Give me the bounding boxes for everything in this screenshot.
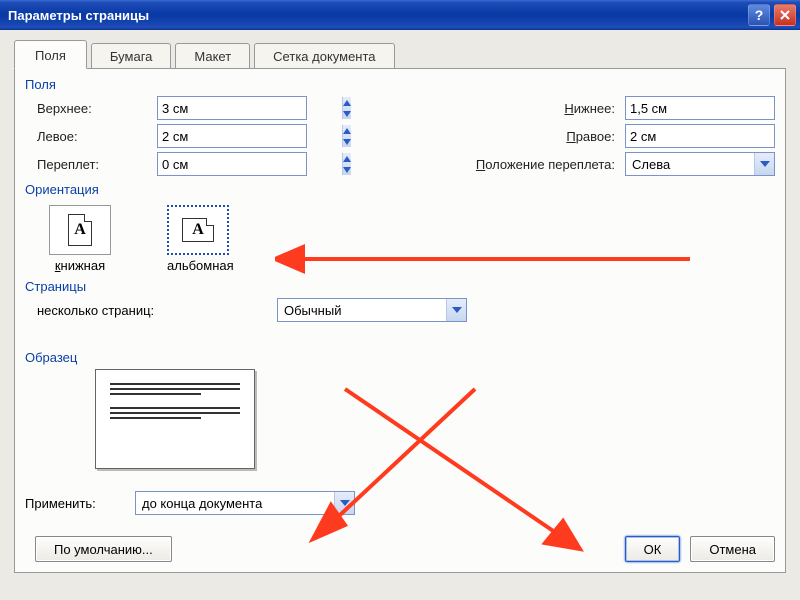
combo-apply-value: до конца документа xyxy=(136,494,334,513)
tab-panel: Поля Верхнее: Нижнее: xyxy=(14,68,786,573)
spin-gutter[interactable] xyxy=(157,152,307,176)
combo-multipages[interactable]: Обычный xyxy=(277,298,467,322)
spin-right[interactable] xyxy=(625,124,775,148)
label-right: Правое: xyxy=(405,129,625,144)
orientation-portrait-label: книжная xyxy=(49,258,111,273)
window-title: Параметры страницы xyxy=(8,8,744,23)
spin-gutter-input[interactable] xyxy=(158,155,342,174)
spin-bottom-input[interactable] xyxy=(626,99,800,118)
annotation-arrow-ok xyxy=(335,379,595,559)
chevron-down-icon[interactable] xyxy=(446,299,466,321)
titlebar: Параметры страницы ? xyxy=(0,0,800,30)
tab-docgrid[interactable]: Сетка документа xyxy=(254,43,394,68)
tab-layout[interactable]: Макет xyxy=(175,43,250,68)
combo-apply[interactable]: до конца документа xyxy=(135,491,355,515)
combo-gutterpos[interactable]: Слева xyxy=(625,152,775,176)
group-orientation-label: Ориентация xyxy=(25,182,775,197)
spin-top-input[interactable] xyxy=(158,99,342,118)
chevron-down-icon[interactable] xyxy=(754,153,774,175)
tab-fields[interactable]: Поля xyxy=(14,40,87,69)
dialog-footer: По умолчанию... ОК Отмена xyxy=(25,536,775,562)
spin-left-input[interactable] xyxy=(158,127,342,146)
spin-bottom[interactable] xyxy=(625,96,775,120)
spin-right-input[interactable] xyxy=(626,127,800,146)
label-left: Левое: xyxy=(37,129,157,144)
label-multipages: несколько страниц: xyxy=(37,303,277,318)
label-bottom: Нижнее: xyxy=(405,101,625,116)
group-pages-label: Страницы xyxy=(25,279,775,294)
combo-gutterpos-value: Слева xyxy=(626,155,754,174)
dialog-client: Поля Бумага Макет Сетка документа Поля В… xyxy=(0,30,800,600)
orientation-portrait[interactable]: A книжная xyxy=(49,205,111,273)
group-margins-label: Поля xyxy=(25,77,775,92)
orientation-group: A книжная A альбомная xyxy=(25,201,775,275)
help-button[interactable]: ? xyxy=(748,4,770,26)
close-button[interactable] xyxy=(774,4,796,26)
chevron-down-icon[interactable] xyxy=(334,492,354,514)
default-button[interactable]: По умолчанию... xyxy=(35,536,172,562)
orientation-landscape-label: альбомная xyxy=(167,258,234,273)
orientation-landscape[interactable]: A альбомная xyxy=(167,205,234,273)
spin-left[interactable] xyxy=(157,124,307,148)
spin-left-arrows[interactable] xyxy=(342,125,351,147)
spin-gutter-arrows[interactable] xyxy=(342,153,351,175)
cancel-button[interactable]: Отмена xyxy=(690,536,775,562)
combo-multipages-value: Обычный xyxy=(278,301,446,320)
label-apply: Применить: xyxy=(25,496,135,511)
tab-strip: Поля Бумага Макет Сетка документа xyxy=(14,40,786,68)
spin-top-arrows[interactable] xyxy=(342,97,351,119)
label-gutterpos: Положение переплета: xyxy=(405,157,625,172)
group-preview-label: Образец xyxy=(25,350,775,365)
preview-thumbnail xyxy=(95,369,255,469)
label-top: Верхнее: xyxy=(37,101,157,116)
label-gutter: Переплет: xyxy=(37,157,157,172)
tab-paper[interactable]: Бумага xyxy=(91,43,171,68)
annotation-arrow-apply xyxy=(295,379,495,549)
spin-top[interactable] xyxy=(157,96,307,120)
dialog-window: Параметры страницы ? Поля Бумага Макет С… xyxy=(0,0,800,600)
ok-button[interactable]: ОК xyxy=(625,536,681,562)
